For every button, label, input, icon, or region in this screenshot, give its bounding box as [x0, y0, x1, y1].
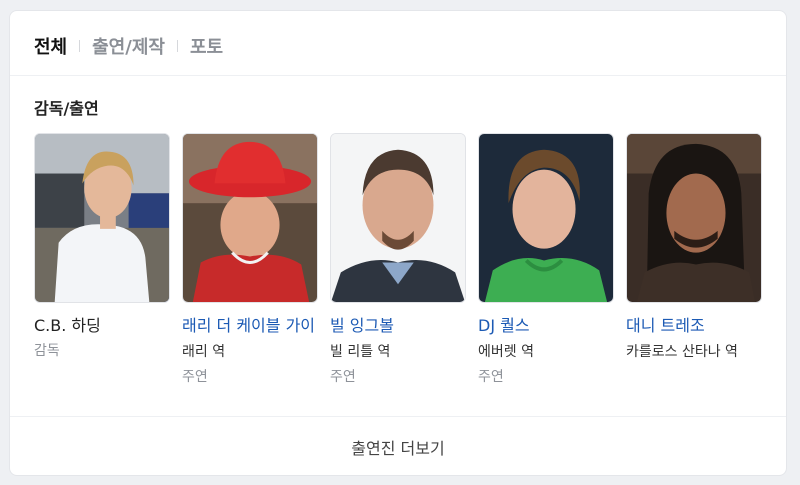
person-name[interactable]: 래리 더 케이블 가이 [182, 316, 318, 336]
person-card[interactable]: 대니 트레조 카를로스 산타나 역 [626, 133, 762, 387]
person-photo[interactable] [478, 133, 614, 303]
header-divider [10, 75, 786, 76]
tab-cast-crew[interactable]: 출연/제작 [92, 33, 165, 59]
person-credit: 주연 [478, 369, 504, 385]
person-photo[interactable] [626, 133, 762, 303]
person-credit: 주연 [182, 369, 208, 385]
section-title: 감독/출연 [34, 99, 99, 118]
person-credit: 주연 [330, 369, 356, 385]
tab-all[interactable]: 전체 [34, 33, 67, 59]
person-role: 래리 역 [182, 344, 226, 360]
person-photo[interactable] [330, 133, 466, 303]
tab-photo[interactable]: 포토 [190, 33, 223, 59]
person-credit: 감독 [34, 343, 60, 359]
person-photo[interactable] [34, 133, 170, 303]
person-name[interactable]: C.B. 하딩 [34, 316, 170, 336]
people-list: C.B. 하딩 감독 래리 더 케이블 가이 래리 역 주연 빌 잉그볼 빌 리… [34, 133, 762, 387]
more-cast-button[interactable]: 출연진 더보기 [10, 416, 786, 477]
cast-card: 전체 출연/제작 포토 감독/출연 C.B. 하딩 감독 래리 더 케이블 가이… [9, 10, 787, 476]
tab-bar: 전체 출연/제작 포토 [34, 33, 223, 59]
person-card[interactable]: 빌 잉그볼 빌 리틀 역 주연 [330, 133, 466, 387]
person-name[interactable]: DJ 퀄스 [478, 316, 614, 336]
person-role: 빌 리틀 역 [330, 344, 391, 360]
person-role: 에버렛 역 [478, 344, 534, 360]
tab-separator [79, 40, 81, 52]
person-photo[interactable] [182, 133, 318, 303]
tab-separator [176, 40, 178, 52]
person-role: 카를로스 산타나 역 [626, 344, 738, 360]
person-name[interactable]: 대니 트레조 [626, 316, 762, 336]
person-card[interactable]: DJ 퀄스 에버렛 역 주연 [478, 133, 614, 387]
person-card[interactable]: C.B. 하딩 감독 [34, 133, 170, 387]
person-name[interactable]: 빌 잉그볼 [330, 316, 466, 336]
person-card[interactable]: 래리 더 케이블 가이 래리 역 주연 [182, 133, 318, 387]
